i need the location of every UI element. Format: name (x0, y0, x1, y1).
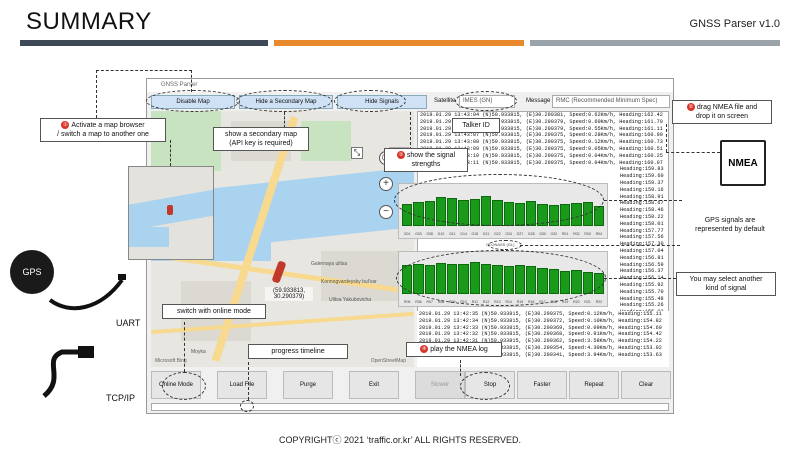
copyright-footer: COPYRIGHTⓒ 2021 ‘traffic.or.kr’ ALL RIGH… (279, 435, 521, 445)
clear-button[interactable]: Clear (621, 371, 671, 399)
highlight-ellipse (146, 90, 240, 112)
slide-title: SUMMARY (26, 8, 152, 35)
callout-talker-id: Talker ID (452, 118, 500, 133)
callout-drag-nmea: ② drag NMEA file and drop it on screen (672, 100, 772, 124)
signal-bar-label: G10 (437, 232, 445, 236)
satellite-label: Satellite (434, 98, 456, 104)
callout-progress: progress timeline (248, 344, 348, 359)
signal-bar-label: R06 (415, 300, 422, 304)
signal-bar-label: R05 (403, 300, 411, 304)
step-number-badge: ③ (396, 151, 405, 160)
log-line: 2019.01.29 13:43:08 (N)59.933815, (E)30.… (420, 139, 663, 146)
signal-bar-label: R21 (584, 300, 591, 304)
log-line: 2019.01.29 13:43:07 (N)59.933815, (E)30.… (420, 132, 663, 139)
log-line: 2019.01.29 13:42:33 (N)59.933815, (E)30.… (419, 324, 662, 331)
highlight-ellipse (334, 90, 406, 112)
faster-button[interactable]: Faster (517, 371, 567, 399)
slower-button[interactable]: Slower (415, 371, 465, 399)
signal-bar-label: G18 (471, 232, 479, 236)
repeat-button[interactable]: Repeat (569, 371, 619, 399)
highlight-ellipse (394, 174, 604, 226)
street-label: Moyka (191, 349, 206, 355)
log-line: 2019.01.29 13:42:32 (N)59.933815, (E)30.… (419, 331, 662, 338)
highlight-ellipse (396, 250, 606, 306)
highlight-ellipse (162, 372, 206, 400)
vehicle-marker-icon (167, 205, 173, 215)
signal-bar-label: G21 (482, 232, 490, 236)
signal-bar-label: G30 (539, 232, 546, 236)
signal-bar-label: G11 (449, 232, 456, 236)
street-label: Galernaya ulitsa (311, 261, 348, 267)
callout-activate-map: ① Activate a map browser / switch a map t… (40, 118, 166, 142)
header-bar-dark (20, 40, 268, 46)
signal-bar-label: R03 (584, 232, 591, 236)
map-attribution-left: Microsoft Bing (155, 358, 187, 364)
nmea-log-bottom[interactable]: 2019.01.29 13:42:35 (N)59.933815, (E)30.… (417, 311, 669, 367)
step-number-badge: ① (61, 121, 70, 130)
tcpip-label: TCP/IP (106, 393, 136, 403)
callout-signal-strengths: ③ show the signal strengths (384, 148, 468, 172)
nmea-file-icon: NMEA (720, 140, 766, 186)
log-line: 2019.01.29 13:42:34 (N)59.933815, (E)30.… (419, 317, 662, 324)
coordinate-readout: (59.933813, 30.290379) (265, 287, 313, 301)
network-cable-icon (42, 346, 94, 398)
highlight-ellipse (488, 240, 522, 250)
header-bar-gray (530, 40, 780, 46)
load-file-button[interactable]: Load File (217, 371, 267, 399)
zoom-out-button[interactable]: − (379, 205, 393, 219)
message-select[interactable]: RMC (Recommended Minimum Spec) (552, 95, 670, 108)
callout-text: Activate a map browser / switch a map to… (57, 122, 149, 138)
purge-button[interactable]: Purge (283, 371, 333, 399)
signal-bar-label: G08 (426, 232, 434, 236)
highlight-ellipse (460, 372, 510, 400)
signal-bar-label: G22 (494, 232, 501, 236)
highlight-ellipse (240, 400, 254, 412)
slide-app-name: GNSS Parser v1.0 (689, 18, 780, 30)
callout-online-mode: switch with online mode (162, 304, 266, 319)
map-attribution-right: OpenStreetMap (370, 358, 406, 364)
callout-gps-default: GPS signals are represented by default (682, 214, 778, 236)
log-line: 2019.01.29 13:42:35 (N)59.933815, (E)30.… (419, 311, 662, 317)
signal-bar-label: G01 (403, 232, 411, 236)
zoom-in-button[interactable]: + (379, 177, 393, 191)
signal-bar-label: R07 (426, 300, 433, 304)
signal-bar-label: R20 (573, 300, 580, 304)
callout-text: play the NMEA log (430, 346, 488, 353)
step-number-badge: ④ (420, 345, 429, 354)
street-label: Ulitsa Yakubovicha (329, 297, 372, 303)
gps-cable-icon (48, 274, 126, 311)
highlight-ellipse (236, 90, 332, 112)
callout-text: drag NMEA file and drop it on screen (695, 104, 758, 120)
measure-icon[interactable]: ⤡ (351, 147, 363, 159)
callout-another-signal: You may select another kind of signal (676, 272, 776, 296)
message-label: Message (526, 98, 551, 104)
signal-bar-label: R22 (595, 300, 603, 304)
progress-timeline[interactable] (151, 403, 669, 411)
exit-button[interactable]: Exit (349, 371, 399, 399)
street-label: Konnogvardeysky bul'var (321, 279, 377, 285)
signal-bar-label: G03 (415, 232, 422, 236)
signal-bar-label: G27 (516, 232, 524, 236)
step-number-badge: ② (686, 103, 695, 112)
callout-secondary-map: show a secondary map (API key is require… (213, 127, 309, 151)
header-bar-orange (274, 40, 524, 46)
signal-bar-label: R04 (595, 232, 603, 236)
signal-bar-label: G14 (460, 232, 467, 236)
signal-bar-label: G32 (550, 232, 558, 236)
highlight-ellipse (455, 91, 517, 111)
window-title: GNSS Parser (147, 79, 673, 92)
callout-play-log: ④ play the NMEA log (406, 342, 502, 357)
signal-bar-label: R01 (561, 232, 569, 236)
signal-bar-label: G24 (505, 232, 512, 236)
callout-text: show the signal strengths (406, 152, 456, 168)
secondary-map-view[interactable] (128, 166, 214, 260)
signal-bar-label: R02 (573, 232, 580, 236)
signal-bar-label: G28 (527, 232, 535, 236)
uart-label: UART (116, 318, 141, 328)
